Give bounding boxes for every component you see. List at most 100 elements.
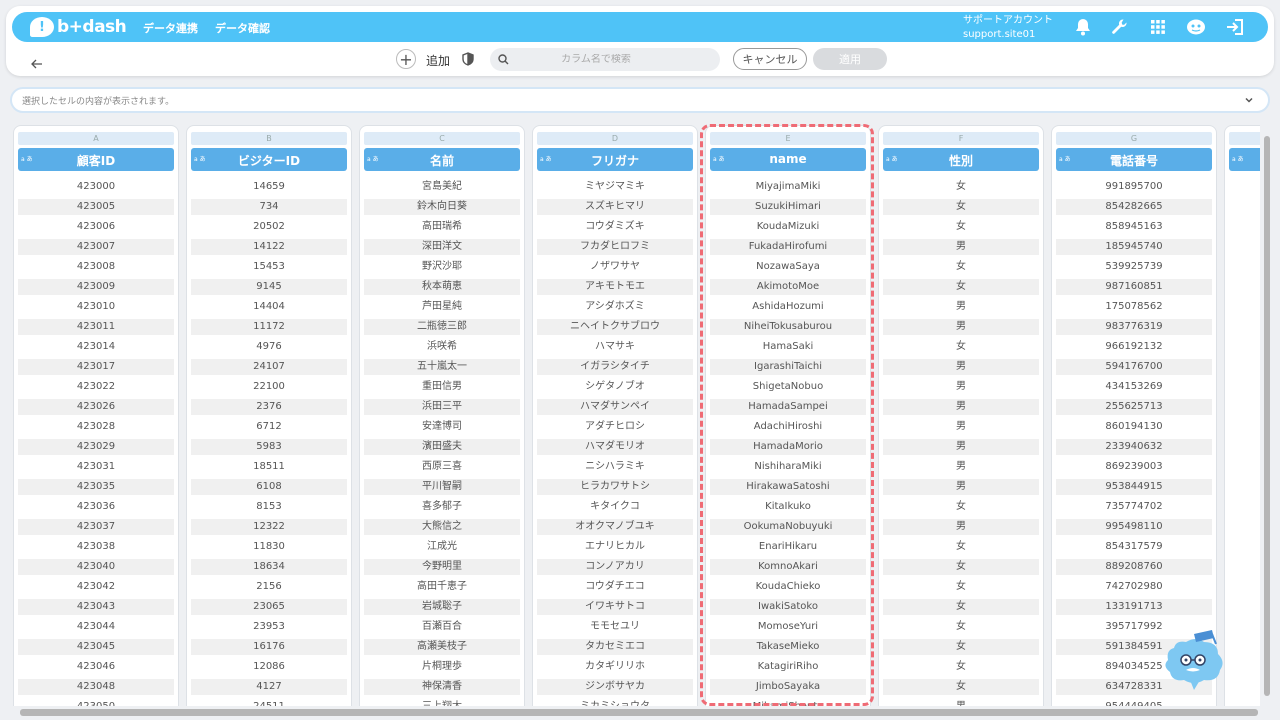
table-cell[interactable]: 953844915 xyxy=(1056,479,1212,495)
table-cell[interactable]: 12086 xyxy=(191,659,347,675)
table-cell[interactable]: コンノアカリ xyxy=(537,559,693,575)
table-cell[interactable]: 百瀬百合 xyxy=(364,619,520,635)
column-header[interactable]: a あビジターID xyxy=(191,148,347,171)
table-cell[interactable]: 133191713 xyxy=(1056,599,1212,615)
chevron-down-icon[interactable] xyxy=(1244,95,1254,105)
table-cell[interactable]: 423031 xyxy=(18,459,174,475)
table-cell[interactable]: 二瓶徳三郎 xyxy=(364,319,520,335)
table-cell[interactable]: 男 xyxy=(883,519,1039,535)
table-cell[interactable]: 16176 xyxy=(191,639,347,655)
table-cell[interactable]: 宮島美紀 xyxy=(364,179,520,195)
table-cell[interactable]: 女 xyxy=(883,579,1039,595)
table-cell[interactable]: 男 xyxy=(883,319,1039,335)
vertical-scrollbar[interactable] xyxy=(1262,124,1272,706)
table-cell[interactable]: 423045 xyxy=(18,639,174,655)
table-cell[interactable]: 女 xyxy=(883,339,1039,355)
table-cell[interactable]: 23065 xyxy=(191,599,347,615)
table-cell[interactable]: 423042 xyxy=(18,579,174,595)
table-cell[interactable]: 男 xyxy=(883,459,1039,475)
table-cell[interactable]: 423011 xyxy=(18,319,174,335)
table-cell[interactable]: KatagiriRiho xyxy=(710,659,866,675)
table-cell[interactable]: イワキサトコ xyxy=(537,599,693,615)
logout-icon[interactable] xyxy=(1224,16,1246,38)
table-cell[interactable]: 女 xyxy=(883,499,1039,515)
column-letter[interactable]: C xyxy=(364,132,520,145)
table-cell[interactable]: 高田瑞希 xyxy=(364,219,520,235)
table-cell[interactable]: ノザワサヤ xyxy=(537,259,693,275)
table-cell[interactable]: 869239003 xyxy=(1056,459,1212,475)
table-cell[interactable]: 6712 xyxy=(191,419,347,435)
table-cell[interactable]: NishiharaMiki xyxy=(710,459,866,475)
table-cell[interactable]: 6108 xyxy=(191,479,347,495)
table-cell[interactable]: NozawaSaya xyxy=(710,259,866,275)
table-cell[interactable]: 8153 xyxy=(191,499,347,515)
table-cell[interactable]: 重田信男 xyxy=(364,379,520,395)
table-cell[interactable]: イガラシタイチ xyxy=(537,359,693,375)
table-cell[interactable]: HamadaMorio xyxy=(710,439,866,455)
table-cell[interactable]: 423048 xyxy=(18,679,174,695)
table-cell[interactable]: 889208760 xyxy=(1056,559,1212,575)
table-cell[interactable]: モモセユリ xyxy=(537,619,693,635)
table-cell[interactable]: アシダホズミ xyxy=(537,299,693,315)
table-cell[interactable]: HamaSaki xyxy=(710,339,866,355)
table-cell[interactable]: 浜咲希 xyxy=(364,339,520,355)
column-header[interactable]: a あ xyxy=(1229,148,1260,171)
column-letter[interactable]: B xyxy=(191,132,347,145)
table-cell[interactable]: MikamiShouta xyxy=(710,699,866,706)
apply-button[interactable]: 適用 xyxy=(813,48,887,70)
table-cell[interactable]: 423035 xyxy=(18,479,174,495)
table-cell[interactable]: 14404 xyxy=(191,299,347,315)
table-cell[interactable]: TakaseMieko xyxy=(710,639,866,655)
table-cell[interactable]: ハマダモリオ xyxy=(537,439,693,455)
table-cell[interactable]: 男 xyxy=(883,399,1039,415)
table-cell[interactable]: 浜田三平 xyxy=(364,399,520,415)
table-cell[interactable]: ミカミショウタ xyxy=(537,699,693,706)
table-cell[interactable]: AshidaHozumi xyxy=(710,299,866,315)
grid-menu-icon[interactable] xyxy=(1147,16,1169,38)
table-cell[interactable]: 女 xyxy=(883,559,1039,575)
table-cell[interactable]: シゲタノブオ xyxy=(537,379,693,395)
table-cell[interactable]: 423005 xyxy=(18,199,174,215)
logo[interactable]: ! b+dash xyxy=(30,16,127,38)
table-cell[interactable]: 423010 xyxy=(18,299,174,315)
table-cell[interactable]: 男 xyxy=(883,699,1039,706)
table-cell[interactable]: 女 xyxy=(883,619,1039,635)
table-cell[interactable]: 255625713 xyxy=(1056,399,1212,415)
table-cell[interactable]: 423050 xyxy=(18,699,174,706)
table-cell[interactable]: 9145 xyxy=(191,279,347,295)
table-cell[interactable]: 423000 xyxy=(18,179,174,195)
table-cell[interactable]: 423037 xyxy=(18,519,174,535)
table-cell[interactable]: 423014 xyxy=(18,339,174,355)
table-cell[interactable]: 954449405 xyxy=(1056,699,1212,706)
table-cell[interactable]: KoudaChieko xyxy=(710,579,866,595)
table-cell[interactable]: 995498110 xyxy=(1056,519,1212,535)
table-cell[interactable]: 男 xyxy=(883,379,1039,395)
table-cell[interactable]: 423044 xyxy=(18,619,174,635)
add-button[interactable]: + xyxy=(396,49,416,69)
table-cell[interactable]: OokumaNobuyuki xyxy=(710,519,866,535)
table-cell[interactable]: エナリヒカル xyxy=(537,539,693,555)
table-cell[interactable]: 175078562 xyxy=(1056,299,1212,315)
table-cell[interactable]: 20502 xyxy=(191,219,347,235)
table-cell[interactable]: 深田洋文 xyxy=(364,239,520,255)
table-cell[interactable]: 秋本萌恵 xyxy=(364,279,520,295)
table-cell[interactable]: 991895700 xyxy=(1056,179,1212,195)
help-mascot-icon[interactable] xyxy=(1185,16,1207,38)
table-cell[interactable]: 三上翔太 xyxy=(364,699,520,706)
table-cell[interactable]: 女 xyxy=(883,639,1039,655)
table-cell[interactable]: 高瀬美枝子 xyxy=(364,639,520,655)
table-cell[interactable]: 423040 xyxy=(18,559,174,575)
table-cell[interactable]: 24511 xyxy=(191,699,347,706)
table-cell[interactable]: アダチヒロシ xyxy=(537,419,693,435)
table-cell[interactable]: 423026 xyxy=(18,399,174,415)
table-cell[interactable]: 大熊信之 xyxy=(364,519,520,535)
table-cell[interactable]: 434153269 xyxy=(1056,379,1212,395)
table-cell[interactable]: 男 xyxy=(883,359,1039,375)
table-cell[interactable]: 860194130 xyxy=(1056,419,1212,435)
table-cell[interactable]: 濱田盛夫 xyxy=(364,439,520,455)
table-cell[interactable]: ニヘイトクサブロウ xyxy=(537,319,693,335)
table-cell[interactable]: 14659 xyxy=(191,179,347,195)
bell-icon[interactable] xyxy=(1072,16,1094,38)
table-cell[interactable]: HamadaSampei xyxy=(710,399,866,415)
table-cell[interactable]: 女 xyxy=(883,279,1039,295)
